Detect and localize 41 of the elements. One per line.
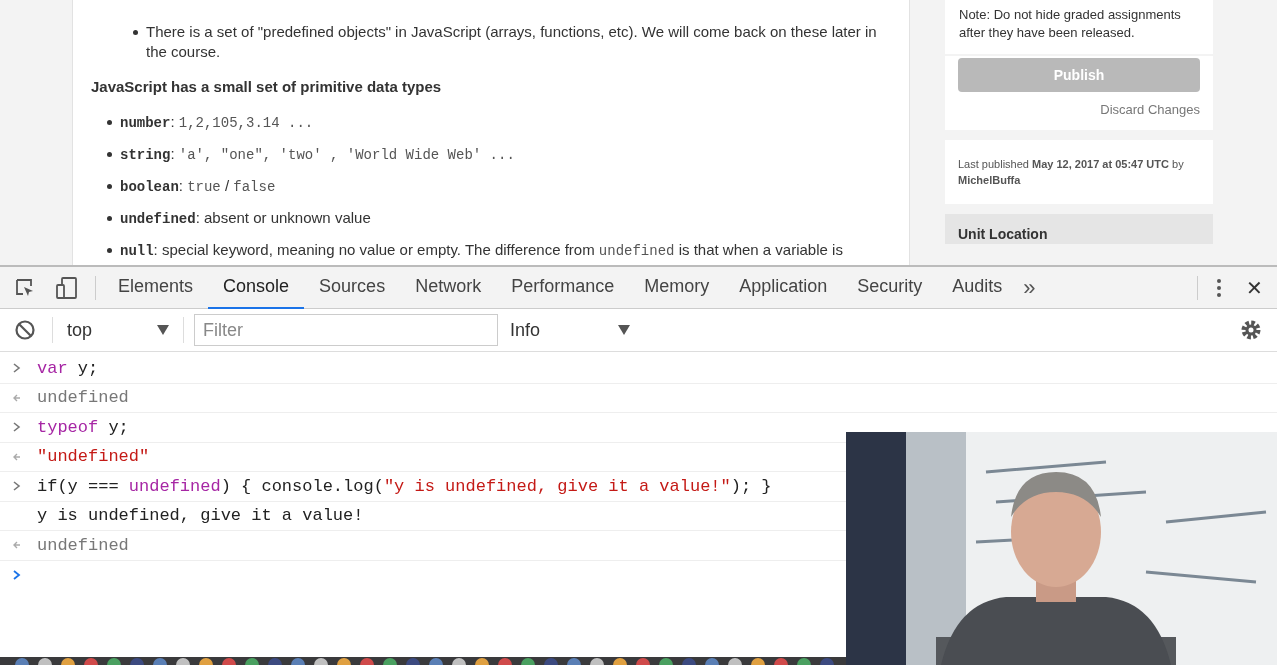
- note-text: Note: Do not hide graded assignments after they have been released.: [959, 6, 1182, 42]
- prompt-chevron-icon: [12, 421, 22, 434]
- prompt-chevron-icon: [12, 480, 22, 493]
- filter-field[interactable]: Filter: [194, 314, 498, 346]
- device-toolbar-icon[interactable]: [55, 276, 79, 299]
- devtools-tab[interactable]: Security: [842, 266, 938, 309]
- devtools-tab[interactable]: Sources: [304, 266, 401, 309]
- data-type-item: boolean: true / false: [120, 175, 276, 197]
- devtools-tab[interactable]: Network: [400, 266, 497, 309]
- console-log-text: y is undefined, give it a value!: [37, 505, 364, 527]
- last-published-text: Last published May 12, 2017 at 05:47 UTC by MichelBuffa: [958, 156, 1185, 188]
- article-heading: JavaScript has a small set of primitive data types: [91, 77, 443, 97]
- close-button[interactable]: ✕: [1246, 272, 1263, 303]
- console-command-text: var y;: [37, 357, 99, 380]
- console-command-text: if(y === undefined) { console.log("y is undefined, give it a value!"); }: [37, 475, 772, 498]
- devtools-tab[interactable]: Performance: [496, 266, 630, 309]
- data-type-item: undefined: absent or unknown value: [120, 207, 371, 229]
- console-result-text: undefined: [37, 534, 129, 557]
- data-type-item: null: special keyword, meaning no value or empty. The difference from undefined is that when a variable is: [120, 239, 843, 261]
- context-dropdown[interactable]: top: [53, 316, 183, 344]
- clear-console-icon[interactable]: [14, 319, 36, 341]
- settings-icon[interactable]: [1239, 318, 1263, 342]
- devtools-tab[interactable]: Elements: [103, 266, 209, 309]
- unit-location-heading: Unit Location: [958, 224, 1049, 244]
- prompt-chevron-icon: [12, 569, 22, 582]
- more-tabs-button[interactable]: »: [1017, 271, 1042, 304]
- discard-changes-link[interactable]: Discard Changes: [1100, 100, 1200, 120]
- caret-icon: [157, 325, 169, 335]
- devtools-tab[interactable]: Audits: [937, 266, 1018, 309]
- log-level-dropdown[interactable]: Info: [510, 316, 630, 344]
- devtools-tab[interactable]: Application: [724, 266, 843, 309]
- article-paragraph: There is a set of "predefined objects" in JavaScript (arrays, functions, etc). We will come back on these later in the course.: [146, 22, 878, 62]
- more-options-icon[interactable]: [1216, 276, 1222, 299]
- prompt-chevron-icon: [12, 362, 22, 375]
- console-command-text: typeof y;: [37, 416, 129, 439]
- console-result-text: "undefined": [37, 446, 150, 468]
- data-type-item: string: 'a', "one", 'two' , 'World Wide Web' ...: [120, 143, 515, 165]
- data-type-item: number: 1,2,105,3.14 ...: [120, 111, 314, 133]
- caret-icon: [618, 325, 630, 335]
- console-result-text: undefined: [37, 387, 129, 409]
- devtools-tab[interactable]: Memory: [629, 266, 725, 309]
